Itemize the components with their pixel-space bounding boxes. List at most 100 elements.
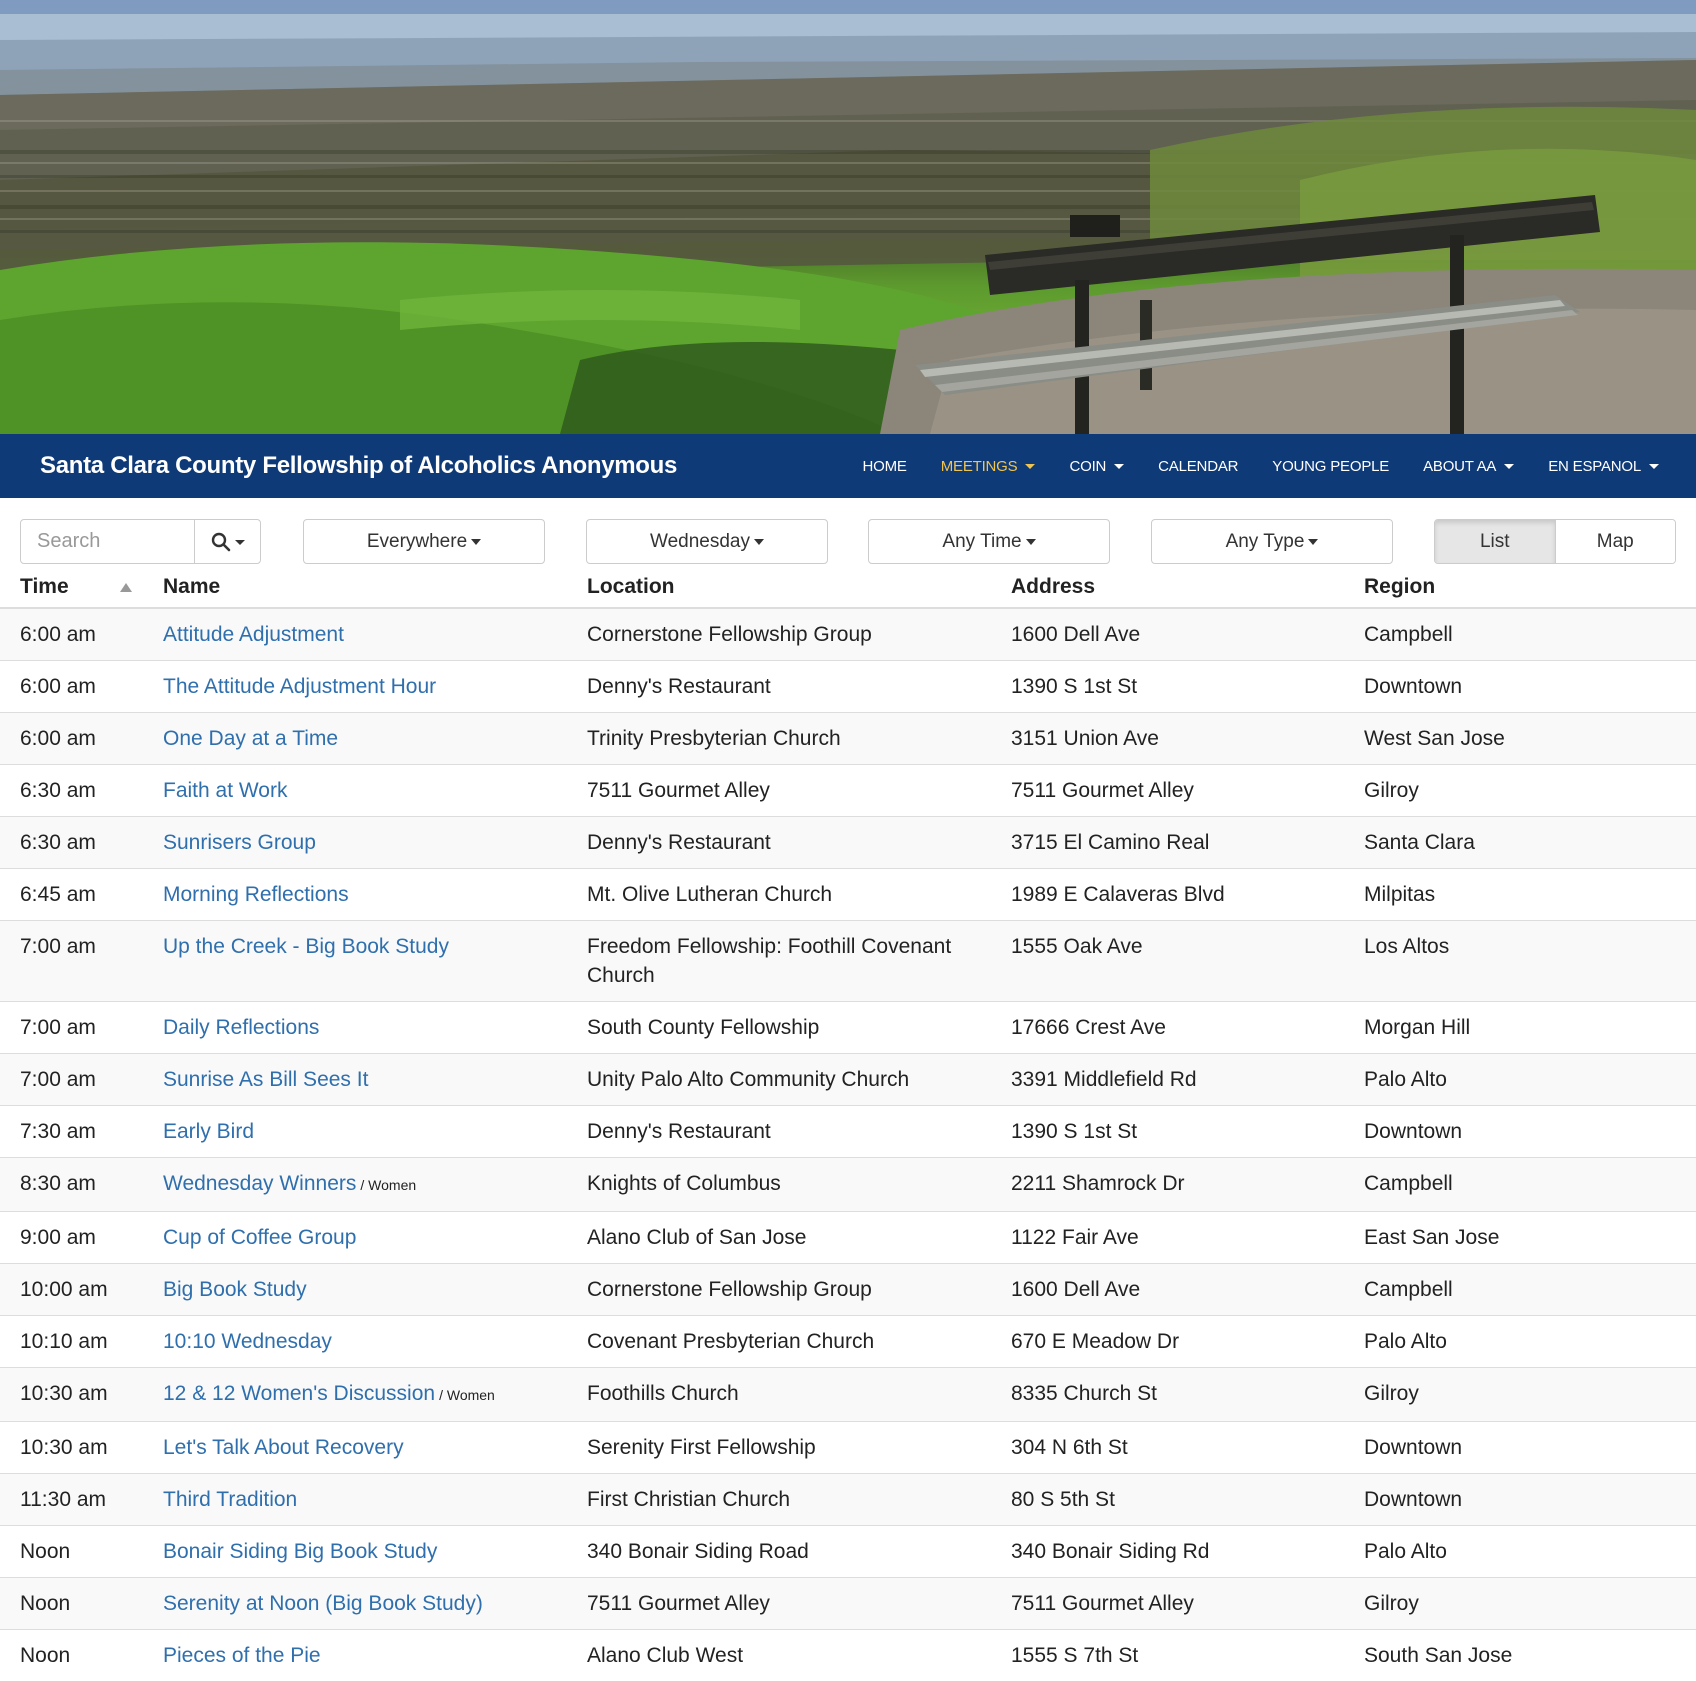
- table-row: 6:45 amMorning ReflectionsMt. Olive Luth…: [0, 869, 1696, 921]
- time-filter-dropdown[interactable]: Any Time: [868, 519, 1110, 564]
- meeting-name-cell: Sunrisers Group: [142, 817, 566, 869]
- column-header-name[interactable]: Name: [142, 566, 566, 608]
- meeting-name-cell: Daily Reflections: [142, 1002, 566, 1054]
- meeting-region: Gilroy: [1343, 1578, 1696, 1630]
- meeting-name-link[interactable]: Early Bird: [163, 1120, 254, 1143]
- nav-item-label: COIN: [1069, 458, 1106, 475]
- meeting-name-link[interactable]: One Day at a Time: [163, 727, 338, 750]
- column-header-location[interactable]: Location: [566, 566, 990, 608]
- meeting-name-link[interactable]: Serenity at Noon (Big Book Study): [163, 1592, 483, 1615]
- search-input[interactable]: [21, 520, 195, 563]
- meeting-region: Palo Alto: [1343, 1316, 1696, 1368]
- chevron-down-icon: [1025, 464, 1035, 469]
- table-header-row: Time Name Location Address Region: [0, 566, 1696, 608]
- hero-landscape-illustration: [0, 0, 1696, 434]
- meeting-location: Alano Club of San Jose: [566, 1212, 990, 1264]
- meeting-name-link[interactable]: Bonair Siding Big Book Study: [163, 1540, 437, 1563]
- table-row: 10:10 am10:10 WednesdayCovenant Presbyte…: [0, 1316, 1696, 1368]
- meeting-name-link[interactable]: Faith at Work: [163, 779, 287, 802]
- nav-item-label: HOME: [863, 458, 907, 475]
- meeting-address: 1390 S 1st St: [990, 1106, 1343, 1158]
- meeting-name-cell: Early Bird: [142, 1106, 566, 1158]
- meeting-name-link[interactable]: The Attitude Adjustment Hour: [163, 675, 436, 698]
- table-row: 6:00 amThe Attitude Adjustment HourDenny…: [0, 661, 1696, 713]
- table-row: 6:30 amFaith at Work7511 Gourmet Alley75…: [0, 765, 1696, 817]
- table-row: 10:30 am12 & 12 Women's Discussion/ Wome…: [0, 1368, 1696, 1422]
- meeting-location: Unity Palo Alto Community Church: [566, 1054, 990, 1106]
- chevron-down-icon: [1308, 539, 1318, 545]
- meeting-address: 80 S 5th St: [990, 1474, 1343, 1526]
- meeting-region: Los Altos: [1343, 921, 1696, 1002]
- meeting-region: West San Jose: [1343, 713, 1696, 765]
- meeting-address: 340 Bonair Siding Rd: [990, 1526, 1343, 1578]
- meeting-region: Morgan Hill: [1343, 1002, 1696, 1054]
- table-row: 11:30 amThird TraditionFirst Christian C…: [0, 1474, 1696, 1526]
- meeting-name-link[interactable]: Cup of Coffee Group: [163, 1226, 356, 1249]
- meeting-name-link[interactable]: 10:10 Wednesday: [163, 1330, 332, 1353]
- column-header-address[interactable]: Address: [990, 566, 1343, 608]
- type-filter-dropdown[interactable]: Any Type: [1151, 519, 1393, 564]
- meeting-region: Campbell: [1343, 1158, 1696, 1212]
- meeting-name-link[interactable]: Up the Creek - Big Book Study: [163, 935, 449, 958]
- list-view-button[interactable]: List: [1435, 520, 1556, 563]
- meeting-region: Downtown: [1343, 1422, 1696, 1474]
- column-header-time[interactable]: Time: [0, 566, 142, 608]
- nav-item-en-espanol[interactable]: EN ESPANOL: [1531, 434, 1676, 498]
- meeting-time: 8:30 am: [0, 1158, 142, 1212]
- map-view-button[interactable]: Map: [1556, 520, 1676, 563]
- meeting-name-link[interactable]: Third Tradition: [163, 1488, 297, 1511]
- meeting-name-link[interactable]: Wednesday Winners: [163, 1172, 356, 1195]
- meeting-address: 1600 Dell Ave: [990, 1264, 1343, 1316]
- chevron-down-icon: [1649, 464, 1659, 469]
- meeting-address: 1122 Fair Ave: [990, 1212, 1343, 1264]
- site-title[interactable]: Santa Clara County Fellowship of Alcohol…: [40, 452, 677, 480]
- meeting-time: 10:10 am: [0, 1316, 142, 1368]
- nav-item-label: MEETINGS: [941, 458, 1018, 475]
- meeting-name-cell: Morning Reflections: [142, 869, 566, 921]
- table-row: 7:00 amDaily ReflectionsSouth County Fel…: [0, 1002, 1696, 1054]
- meeting-name-cell: Pieces of the Pie: [142, 1630, 566, 1681]
- nav-item-young-people[interactable]: YOUNG PEOPLE: [1255, 434, 1406, 498]
- column-header-time-label: Time: [20, 575, 69, 598]
- meeting-name-link[interactable]: Daily Reflections: [163, 1016, 319, 1039]
- meetings-table: Time Name Location Address Region 6:00 a…: [0, 566, 1696, 1681]
- day-filter-dropdown[interactable]: Wednesday: [586, 519, 828, 564]
- meeting-location: Denny's Restaurant: [566, 817, 990, 869]
- meeting-location: Alano Club West: [566, 1630, 990, 1681]
- meeting-name-link[interactable]: Big Book Study: [163, 1278, 307, 1301]
- meeting-location: Freedom Fellowship: Foothill Covenant Ch…: [566, 921, 990, 1002]
- meeting-name-link[interactable]: Morning Reflections: [163, 883, 349, 906]
- nav-item-coin[interactable]: COIN: [1052, 434, 1141, 498]
- meeting-region: Downtown: [1343, 1106, 1696, 1158]
- meeting-name-link[interactable]: 12 & 12 Women's Discussion: [163, 1382, 435, 1405]
- table-row: 6:00 amOne Day at a TimeTrinity Presbyte…: [0, 713, 1696, 765]
- meeting-name-cell: Wednesday Winners/ Women: [142, 1158, 566, 1212]
- meeting-time: 9:00 am: [0, 1212, 142, 1264]
- meeting-name-link[interactable]: Pieces of the Pie: [163, 1644, 321, 1667]
- meeting-location: Serenity First Fellowship: [566, 1422, 990, 1474]
- meeting-location: Cornerstone Fellowship Group: [566, 608, 990, 661]
- meeting-name-link[interactable]: Let's Talk About Recovery: [163, 1436, 404, 1459]
- nav-item-label: YOUNG PEOPLE: [1272, 458, 1389, 475]
- meeting-time: Noon: [0, 1578, 142, 1630]
- meeting-name-link[interactable]: Sunrisers Group: [163, 831, 316, 854]
- nav-item-calendar[interactable]: CALENDAR: [1141, 434, 1255, 498]
- meeting-location: Trinity Presbyterian Church: [566, 713, 990, 765]
- nav-item-home[interactable]: HOME: [846, 434, 924, 498]
- meeting-name-link[interactable]: Sunrise As Bill Sees It: [163, 1068, 368, 1091]
- nav-item-about-aa[interactable]: ABOUT AA: [1406, 434, 1531, 498]
- meeting-name-cell: Serenity at Noon (Big Book Study): [142, 1578, 566, 1630]
- meeting-address: 3715 El Camino Real: [990, 817, 1343, 869]
- search-mode-button[interactable]: [195, 520, 260, 563]
- nav-item-meetings[interactable]: MEETINGS: [924, 434, 1053, 498]
- meeting-name-cell: One Day at a Time: [142, 713, 566, 765]
- meeting-name-cell: Attitude Adjustment: [142, 608, 566, 661]
- meeting-time: 7:00 am: [0, 1002, 142, 1054]
- column-header-region[interactable]: Region: [1343, 566, 1696, 608]
- meeting-time: 6:45 am: [0, 869, 142, 921]
- meeting-time: 7:00 am: [0, 921, 142, 1002]
- meeting-address: 1390 S 1st St: [990, 661, 1343, 713]
- meeting-time: 10:30 am: [0, 1368, 142, 1422]
- region-filter-dropdown[interactable]: Everywhere: [303, 519, 545, 564]
- meeting-name-link[interactable]: Attitude Adjustment: [163, 623, 344, 646]
